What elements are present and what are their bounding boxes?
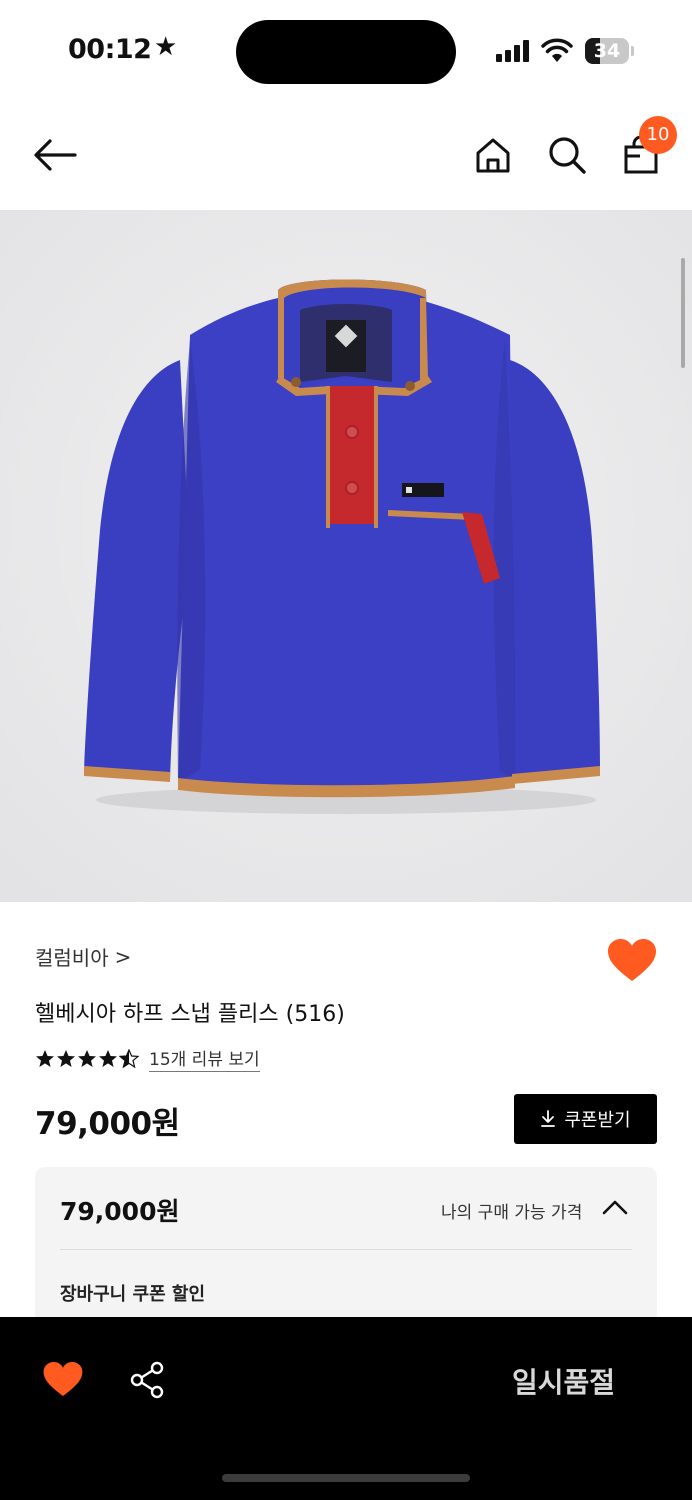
status-time: 00:12 xyxy=(68,34,152,65)
my-price-panel: 79,000원 나의 구매 가능 가격 장바구니 쿠폰 할인 xyxy=(35,1167,657,1337)
bottom-action-bar: 일시품절 xyxy=(0,1317,692,1500)
search-icon xyxy=(549,137,586,174)
brand-name: 컬럼비아 xyxy=(35,946,109,970)
my-price-value: 79,000원 xyxy=(60,1197,180,1226)
sold-out-status: 일시품절 xyxy=(512,1366,616,1399)
battery-level: 34 xyxy=(593,40,621,62)
wifi-icon xyxy=(541,38,573,62)
review-link[interactable]: 15개 리뷰 보기 xyxy=(149,1045,260,1072)
half-star-icon xyxy=(119,1048,139,1068)
heart-icon xyxy=(608,939,656,981)
bottom-wishlist-button[interactable] xyxy=(42,1360,84,1398)
image-scrollbar[interactable] xyxy=(681,258,685,368)
star-icon xyxy=(36,1049,54,1067)
product-name: 헬베시아 하프 스냅 플리스 (516) xyxy=(35,1002,345,1027)
divider xyxy=(60,1249,632,1250)
star-rating xyxy=(35,1048,139,1069)
cellular-signal-icon xyxy=(496,40,532,62)
star-icon xyxy=(78,1049,96,1067)
search-button[interactable] xyxy=(542,130,592,180)
battery-icon: 34 xyxy=(585,38,629,64)
share-button[interactable] xyxy=(128,1360,168,1400)
home-indicator[interactable] xyxy=(222,1474,470,1482)
home-button[interactable] xyxy=(468,130,518,180)
heart-icon xyxy=(43,1362,83,1396)
star-icon xyxy=(99,1049,117,1067)
product-price: 79,000원 xyxy=(35,1106,180,1142)
product-image[interactable] xyxy=(0,210,692,902)
coupon-button-label: 쿠폰받기 xyxy=(564,1110,631,1131)
cart-coupon-discount-label: 장바구니 쿠폰 할인 xyxy=(60,1284,206,1305)
star-icon: ★ xyxy=(154,32,178,62)
back-button[interactable] xyxy=(30,130,80,180)
fleece-jacket-illustration xyxy=(0,210,692,902)
star-icon xyxy=(57,1049,75,1067)
wishlist-button[interactable] xyxy=(606,937,658,983)
battery-cap xyxy=(631,46,634,56)
status-bar: 00:12 ★ 34 xyxy=(0,0,692,100)
download-icon xyxy=(541,1110,556,1127)
my-price-label[interactable]: 나의 구매 가능 가격 xyxy=(441,1198,582,1223)
arrow-left-icon xyxy=(34,139,77,171)
coupon-button[interactable]: 쿠폰받기 xyxy=(514,1094,657,1144)
home-icon xyxy=(476,138,510,173)
nav-header xyxy=(0,100,692,210)
chevron-right-icon: > xyxy=(114,944,132,969)
chevron-up-icon[interactable] xyxy=(601,1197,629,1217)
dynamic-island xyxy=(236,20,456,84)
rating-row: 15개 리뷰 보기 xyxy=(35,1045,260,1072)
cart-count-badge: 10 xyxy=(639,116,677,154)
brand-link[interactable]: 컬럼비아 > xyxy=(35,942,131,971)
share-icon xyxy=(130,1361,164,1399)
